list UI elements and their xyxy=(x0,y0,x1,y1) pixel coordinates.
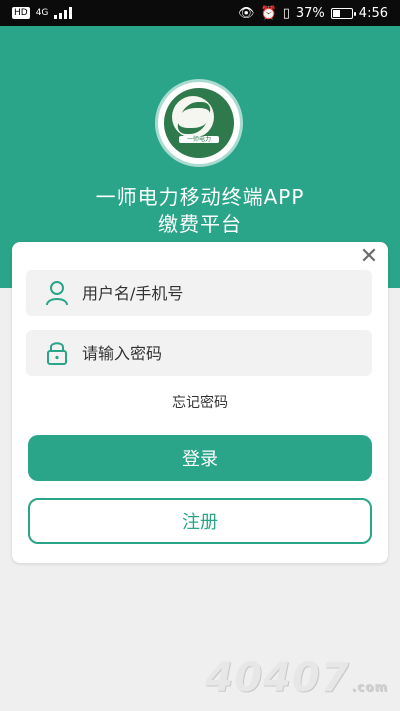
alarm-icon: ⏰ xyxy=(260,5,277,21)
vibrate-icon: ▯ xyxy=(282,5,290,21)
status-bar: HD 4G 👁 ⏰ ▯ 37% 4:56 xyxy=(0,0,400,26)
eye-icon: 👁 xyxy=(238,5,255,21)
password-field[interactable] xyxy=(26,330,372,376)
signal-icon xyxy=(54,7,73,19)
close-icon[interactable]: ✕ xyxy=(358,246,380,268)
username-input[interactable] xyxy=(80,282,354,304)
lock-icon xyxy=(34,330,80,376)
clock-time: 4:56 xyxy=(358,5,388,21)
battery-icon xyxy=(330,7,356,19)
watermark-text: 40407 xyxy=(205,655,350,701)
network-type: 4G xyxy=(35,8,49,18)
logo-text: 一师电力 xyxy=(179,136,219,143)
username-field[interactable] xyxy=(26,270,372,316)
forgot-password-link[interactable]: 忘记密码 xyxy=(12,392,388,412)
login-card: ✕ 忘记密码 登录 注册 xyxy=(12,242,388,563)
hd-badge: HD xyxy=(12,7,30,19)
app-subtitle: 缴费平台 xyxy=(158,212,242,236)
battery-percent: 37% xyxy=(295,5,325,21)
battery-fill xyxy=(332,9,340,17)
watermark-suffix: .com xyxy=(351,680,388,694)
register-button[interactable]: 注册 xyxy=(28,498,372,544)
watermark-logo: 40407 .com xyxy=(205,655,388,701)
login-button[interactable]: 登录 xyxy=(28,435,372,481)
user-icon xyxy=(34,270,80,316)
password-input[interactable] xyxy=(80,342,354,364)
status-right: 👁 ⏰ ▯ 37% 4:56 xyxy=(238,6,388,21)
app-title: 一师电力移动终端APP xyxy=(95,185,305,209)
app-logo: 一师电力 xyxy=(158,82,240,164)
status-left: HD 4G xyxy=(12,7,73,19)
